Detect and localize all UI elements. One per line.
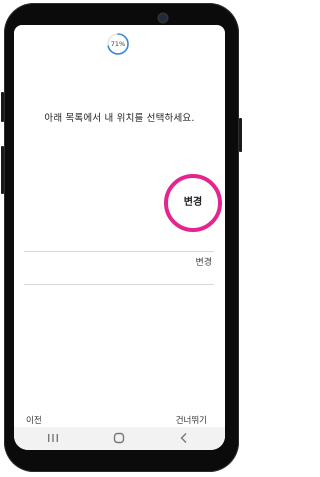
navigation-bar [14, 427, 225, 450]
instruction-text: 아래 목록에서 내 위치를 선택하세요. [44, 113, 195, 124]
power-button [239, 118, 242, 152]
list-divider-bottom [24, 284, 214, 285]
volume-down-button [1, 146, 4, 194]
previous-button[interactable]: 이전 [26, 414, 42, 426]
setup-progress-indicator: 71% [106, 32, 130, 56]
change-location-button[interactable]: 변경 [164, 174, 222, 232]
list-divider-top [24, 251, 214, 252]
progress-percent-label: 71% [110, 40, 126, 48]
skip-button[interactable]: 건너뛰기 [176, 414, 207, 426]
location-list-item[interactable]: 변경 [144, 255, 212, 273]
volume-up-button [1, 92, 4, 122]
front-camera [159, 14, 167, 22]
recent-apps-icon[interactable] [43, 431, 63, 445]
phone-screen: 71% 아래 목록에서 내 위치를 선택하세요. 변경 변경 이전 건너뛰기 [14, 25, 225, 450]
back-icon[interactable] [174, 431, 194, 445]
home-icon[interactable] [109, 431, 129, 445]
screenshot-stage: 71% 아래 목록에서 내 위치를 선택하세요. 변경 변경 이전 건너뛰기 [0, 0, 243, 477]
